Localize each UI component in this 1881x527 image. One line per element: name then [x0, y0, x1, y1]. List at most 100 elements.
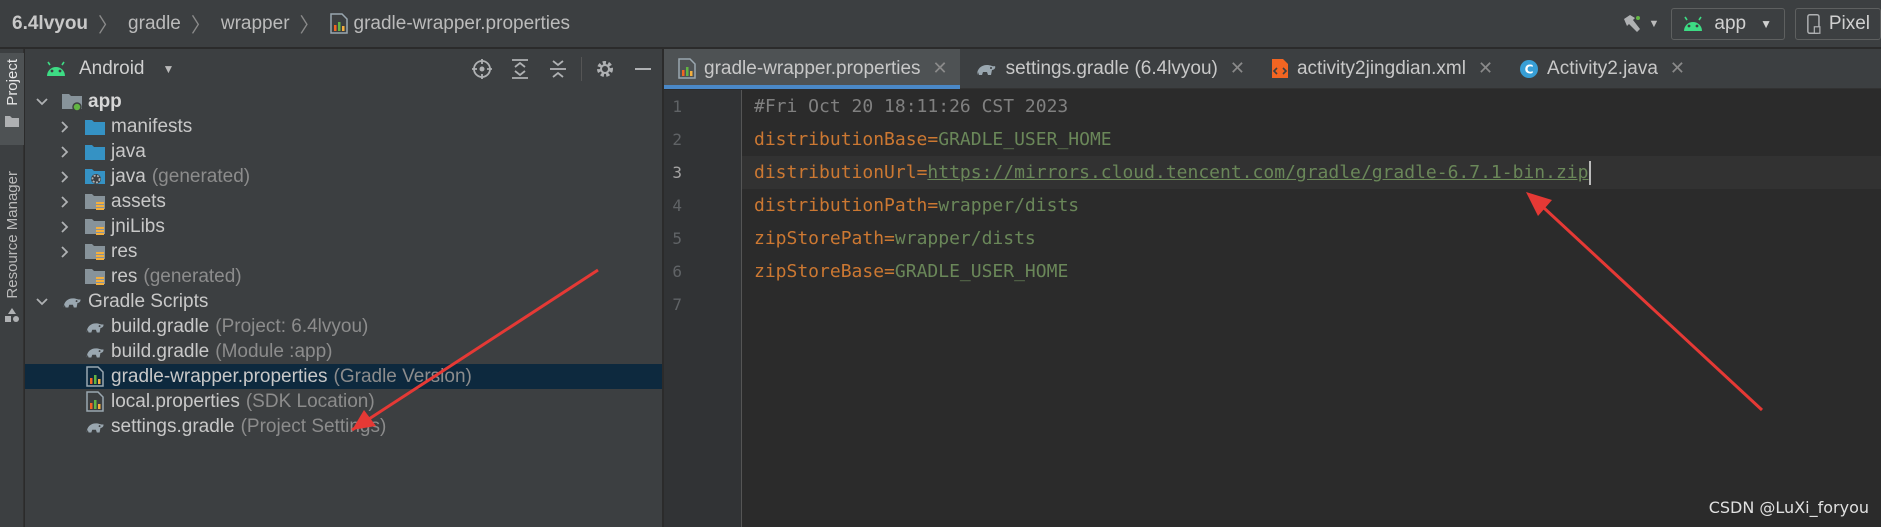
- tree-item[interactable]: build.gradle (Module :app): [25, 339, 662, 364]
- tree-item-label: build.gradle (Project: 6.4lvyou): [111, 316, 368, 338]
- tree-item-name: build.gradle: [111, 340, 210, 362]
- gradle-icon: [974, 60, 998, 78]
- tree-item-name: jniLibs: [111, 215, 165, 237]
- properties-file-icon: [84, 366, 106, 388]
- code-line: distributionUrl=https://mirrors.cloud.te…: [754, 156, 1592, 189]
- chevron-right-icon[interactable]: [58, 195, 72, 209]
- tool-tab-resource-manager[interactable]: Resource Manager: [0, 167, 24, 397]
- code-area[interactable]: #Fri Oct 20 18:11:26 CST 2023 distributio…: [742, 90, 1881, 527]
- tree-item-label: res (generated): [111, 266, 242, 288]
- line-number: 2: [672, 130, 682, 149]
- expand-all-button[interactable]: [501, 49, 539, 89]
- locate-button[interactable]: [463, 49, 501, 89]
- property-value: wrapper/dists: [938, 195, 1080, 216]
- chevron-down-icon: ▼: [162, 62, 175, 76]
- editor-tab[interactable]: C Activity2.java ✕: [1505, 49, 1697, 88]
- tree-item-name: manifests: [111, 115, 193, 137]
- tool-window-strip: Project Resource Manager: [0, 49, 24, 527]
- resource-manager-icon: [5, 307, 19, 322]
- tree-item-hint: (Gradle Version): [333, 365, 472, 387]
- resource-folder-icon: [84, 266, 106, 288]
- tool-tab-project[interactable]: Project: [0, 53, 24, 145]
- tree-item-name: assets: [111, 190, 166, 212]
- editor-tab-label: activity2jingdian.xml: [1296, 57, 1466, 79]
- tree-item[interactable]: java: [25, 139, 662, 164]
- breadcrumb-item-file[interactable]: gradle-wrapper.properties: [329, 13, 570, 35]
- resource-folder-icon: [84, 241, 106, 263]
- tree-item-selected[interactable]: gradle-wrapper.properties (Gradle Version…: [25, 364, 662, 389]
- chevron-right-icon[interactable]: [58, 170, 72, 184]
- editor-tab[interactable]: gradle-wrapper.properties ✕: [664, 49, 960, 89]
- project-panel: Android ▼ app manifests java java (generated…: [25, 49, 663, 527]
- chevron-down-icon[interactable]: [35, 295, 49, 309]
- editor-tab-bar: gradle-wrapper.properties ✕ settings.gradl…: [664, 49, 1881, 89]
- chevron-right-icon: 〉: [190, 15, 211, 37]
- close-icon[interactable]: ✕: [933, 58, 948, 79]
- property-value: GRADLE_USER_HOME: [938, 129, 1112, 150]
- expand-all-icon: [512, 59, 528, 79]
- tree-item[interactable]: local.properties (SDK Location): [25, 389, 662, 414]
- text-cursor: [1589, 161, 1592, 185]
- breadcrumb-item-project[interactable]: 6.4lvyou: [12, 13, 88, 35]
- chevron-right-icon[interactable]: [58, 220, 72, 234]
- close-icon[interactable]: ✕: [1670, 58, 1685, 79]
- close-icon[interactable]: ✕: [1230, 58, 1245, 79]
- tree-item[interactable]: app: [25, 89, 662, 114]
- tree-item[interactable]: manifests: [25, 114, 662, 139]
- breadcrumb-item-wrapper[interactable]: wrapper: [221, 13, 290, 35]
- editor-tab[interactable]: settings.gradle (6.4lvyou) ✕: [960, 49, 1257, 88]
- tree-item[interactable]: res (generated): [25, 264, 662, 289]
- tree-item-label: app: [88, 91, 122, 113]
- device-select[interactable]: Pixel: [1795, 8, 1881, 40]
- settings-button[interactable]: [586, 49, 624, 89]
- tree-item[interactable]: res: [25, 239, 662, 264]
- xml-file-icon: [1271, 58, 1289, 79]
- module-folder-icon: [61, 91, 83, 113]
- tree-item-label: res: [111, 241, 137, 263]
- breadcrumb: 6.4lvyou 〉 gradle 〉 wrapper 〉 gradle-wra…: [0, 0, 570, 47]
- tree-item[interactable]: build.gradle (Project: 6.4lvyou): [25, 314, 662, 339]
- line-number: 1: [672, 97, 682, 116]
- line-number: 4: [672, 196, 682, 215]
- hammer-icon: [1624, 15, 1641, 32]
- chevron-down-icon[interactable]: [35, 95, 49, 109]
- tree-item-name: java: [111, 140, 146, 162]
- minimize-button[interactable]: [624, 49, 662, 89]
- folder-icon: [84, 116, 106, 138]
- build-button[interactable]: ▼: [1617, 6, 1663, 42]
- phone-icon: [1807, 14, 1821, 34]
- properties-file-icon: [84, 391, 106, 413]
- tree-item-name: build.gradle: [111, 315, 210, 337]
- tree-item-hint: (Project: 6.4lvyou): [215, 315, 369, 337]
- property-separator: =: [916, 162, 928, 183]
- watermark: CSDN @LuXi_foryou: [1708, 498, 1869, 517]
- property-value: GRADLE_USER_HOME: [894, 261, 1069, 282]
- chevron-right-icon[interactable]: [58, 145, 72, 159]
- run-configuration-label: app: [1714, 13, 1747, 34]
- tree-item[interactable]: Gradle Scripts: [25, 289, 662, 314]
- device-label: Pixel: [1828, 13, 1870, 34]
- collapse-all-button[interactable]: [539, 49, 577, 89]
- tree-item-label: jniLibs: [111, 216, 165, 238]
- chevron-right-icon[interactable]: [58, 120, 72, 134]
- android-icon: [1684, 16, 1703, 31]
- tree-item[interactable]: java (generated): [25, 164, 662, 189]
- property-separator: =: [884, 228, 895, 249]
- tree-item[interactable]: settings.gradle (Project Settings): [25, 414, 662, 439]
- chevron-down-icon: ▼: [1760, 17, 1772, 31]
- property-url-value[interactable]: https://mirrors.cloud.tencent.com/gradle…: [927, 162, 1588, 183]
- tree-item-label: java: [111, 141, 146, 163]
- property-key: distributionPath: [754, 195, 928, 216]
- tree-item-name: Gradle Scripts: [88, 290, 209, 312]
- code-line: distributionPath=wrapper/dists: [754, 189, 1079, 222]
- project-view-select[interactable]: Android ▼: [25, 58, 174, 80]
- tree-item[interactable]: assets: [25, 189, 662, 214]
- run-configuration-select[interactable]: app ▼: [1671, 8, 1785, 40]
- gradle-icon: [84, 341, 106, 363]
- editor-tab[interactable]: activity2jingdian.xml ✕: [1257, 49, 1505, 88]
- close-icon[interactable]: ✕: [1478, 58, 1493, 79]
- breadcrumb-item-gradle[interactable]: gradle: [128, 13, 181, 35]
- tree-item-name: java: [111, 165, 146, 187]
- tree-item[interactable]: jniLibs: [25, 214, 662, 239]
- chevron-right-icon[interactable]: [58, 245, 72, 259]
